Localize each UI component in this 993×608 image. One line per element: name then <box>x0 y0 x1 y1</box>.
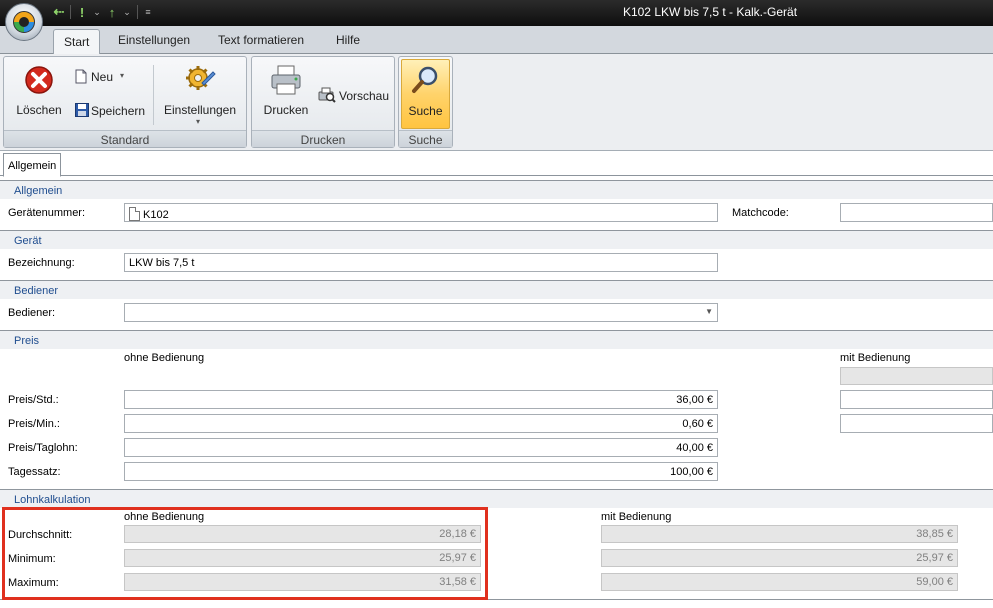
form-area: Allgemein Gerätenummer: K102 Matchcode: … <box>0 177 993 608</box>
print-preview-icon <box>318 87 336 103</box>
bezeichnung-field[interactable]: LKW bis 7,5 t <box>124 253 718 272</box>
preis-std-label: Preis/Std.: <box>8 394 59 406</box>
vorschau-label: Vorschau <box>339 89 390 103</box>
einstellungen-label: Einstellungen <box>163 103 237 117</box>
section-divider <box>0 599 993 600</box>
exclamation-icon[interactable]: ! <box>75 5 89 20</box>
save-icon <box>75 103 89 117</box>
printer-icon <box>271 65 301 95</box>
separator <box>70 5 71 19</box>
application-menu-button[interactable] <box>5 3 43 41</box>
tab-start[interactable]: Start <box>53 29 101 55</box>
group-label-drucken: Drucken <box>252 130 394 147</box>
tab-allgemein[interactable]: Allgemein <box>3 153 62 177</box>
tab-hilfe[interactable]: Hilfe <box>336 33 360 47</box>
app-logo-icon <box>13 11 35 33</box>
mit-bedienung-readonly-field <box>840 367 993 385</box>
title-bar: ⇠ ! ⌄ ↑ ⌄ ≡ K102 LKW bis 7,5 t - Kalk.-G… <box>0 0 993 26</box>
minimum-mit-field: 25,97 € <box>601 549 958 567</box>
loeschen-button[interactable]: Löschen <box>8 61 70 127</box>
suche-label: Suche <box>408 104 443 118</box>
back-arrow-icon[interactable]: ⇠ <box>52 4 66 20</box>
ribbon-panel: Löschen Neu ▾ Speichern Einstellungen ▾ … <box>0 54 993 151</box>
section-header-geraet: Gerät <box>0 230 993 249</box>
magnifier-icon <box>412 66 438 93</box>
group-drucken: Drucken Vorschau Drucken <box>251 56 395 148</box>
group-suche: Suche Suche <box>398 56 453 148</box>
preis-column-mit-bedienung: mit Bedienung <box>840 352 911 364</box>
tagessatz-field[interactable]: 100,00 € <box>124 462 718 481</box>
minimum-label: Minimum: <box>8 553 56 565</box>
section-header-allgemein: Allgemein <box>0 180 993 199</box>
drucken-label: Drucken <box>263 103 309 117</box>
group-standard: Löschen Neu ▾ Speichern Einstellungen ▾ … <box>3 56 247 148</box>
preis-min-label: Preis/Min.: <box>8 418 60 430</box>
customize-icon[interactable]: ≡ <box>142 7 154 17</box>
bezeichnung-label: Bezeichnung: <box>8 257 75 269</box>
lohn-column-ohne-bedienung: ohne Bedienung <box>124 511 205 523</box>
chevron-down-icon[interactable]: ⌄ <box>121 7 133 18</box>
preis-std-field[interactable]: 36,00 € <box>124 390 718 409</box>
einstellungen-button[interactable]: Einstellungen ▾ <box>160 61 240 127</box>
preis-min-field[interactable]: 0,60 € <box>124 414 718 433</box>
section-header-preis: Preis <box>0 330 993 349</box>
maximum-ohne-field: 31,58 € <box>124 573 481 591</box>
section-header-bediener: Bediener <box>0 280 993 299</box>
bediener-label: Bediener: <box>8 307 56 319</box>
durchschnitt-label: Durchschnitt: <box>8 529 73 541</box>
preis-taglohn-label: Preis/Taglohn: <box>8 442 78 454</box>
tab-einstellungen[interactable]: Einstellungen <box>118 33 190 47</box>
suche-button[interactable]: Suche <box>401 59 450 129</box>
vorschau-button[interactable]: Vorschau <box>318 85 392 105</box>
neu-button[interactable]: Neu ▾ <box>72 67 132 87</box>
window-title: K102 LKW bis 7,5 t - Kalk.-Gerät <box>622 5 798 19</box>
neu-label: Neu <box>91 70 114 84</box>
quick-access-toolbar: ⇠ ! ⌄ ↑ ⌄ ≡ <box>52 3 154 21</box>
lohn-column-mit-bedienung: mit Bedienung <box>601 511 672 523</box>
separator <box>153 65 154 125</box>
durchschnitt-mit-field: 38,85 € <box>601 525 958 543</box>
preis-column-ohne-bedienung: ohne Bedienung <box>124 352 205 364</box>
tagessatz-label: Tagessatz: <box>8 466 61 478</box>
matchcode-label: Matchcode: <box>732 207 789 219</box>
delete-icon <box>25 66 53 94</box>
durchschnitt-ohne-field: 28,18 € <box>124 525 481 543</box>
chevron-down-icon[interactable]: ⌄ <box>91 7 103 18</box>
separator <box>137 5 138 19</box>
document-icon <box>129 207 140 221</box>
drucken-button[interactable]: Drucken <box>256 61 316 127</box>
geraetenummer-field[interactable]: K102 <box>124 203 718 222</box>
section-header-lohnkalkulation: Lohnkalkulation <box>0 489 993 508</box>
maximum-label: Maximum: <box>8 577 59 589</box>
chevron-down-icon: ▾ <box>196 117 201 126</box>
chevron-down-icon[interactable]: ▼ <box>705 307 713 316</box>
bediener-dropdown[interactable]: ▼ <box>124 303 718 322</box>
preis-std-mit-field[interactable] <box>840 390 993 409</box>
preis-taglohn-field[interactable]: 40,00 € <box>124 438 718 457</box>
group-label-standard: Standard <box>4 130 246 147</box>
document-tab-strip: Allgemein <box>0 152 993 177</box>
loeschen-label: Löschen <box>16 103 62 117</box>
ribbon-tabs: Start Einstellungen Text formatieren Hil… <box>0 26 993 55</box>
up-arrow-icon[interactable]: ↑ <box>105 5 119 20</box>
settings-gear-icon <box>186 66 216 90</box>
geraetenummer-value: K102 <box>143 209 169 221</box>
geraetenummer-label: Gerätenummer: <box>8 207 86 219</box>
preis-min-mit-field[interactable] <box>840 414 993 433</box>
maximum-mit-field: 59,00 € <box>601 573 958 591</box>
tab-text-formatieren[interactable]: Text formatieren <box>218 33 304 47</box>
speichern-button[interactable]: Speichern <box>72 100 150 120</box>
minimum-ohne-field: 25,97 € <box>124 549 481 567</box>
group-label-suche: Suche <box>399 130 452 147</box>
new-document-icon <box>75 69 87 84</box>
matchcode-field[interactable] <box>840 203 993 222</box>
speichern-label: Speichern <box>91 104 146 118</box>
chevron-down-icon: ▾ <box>120 71 125 80</box>
